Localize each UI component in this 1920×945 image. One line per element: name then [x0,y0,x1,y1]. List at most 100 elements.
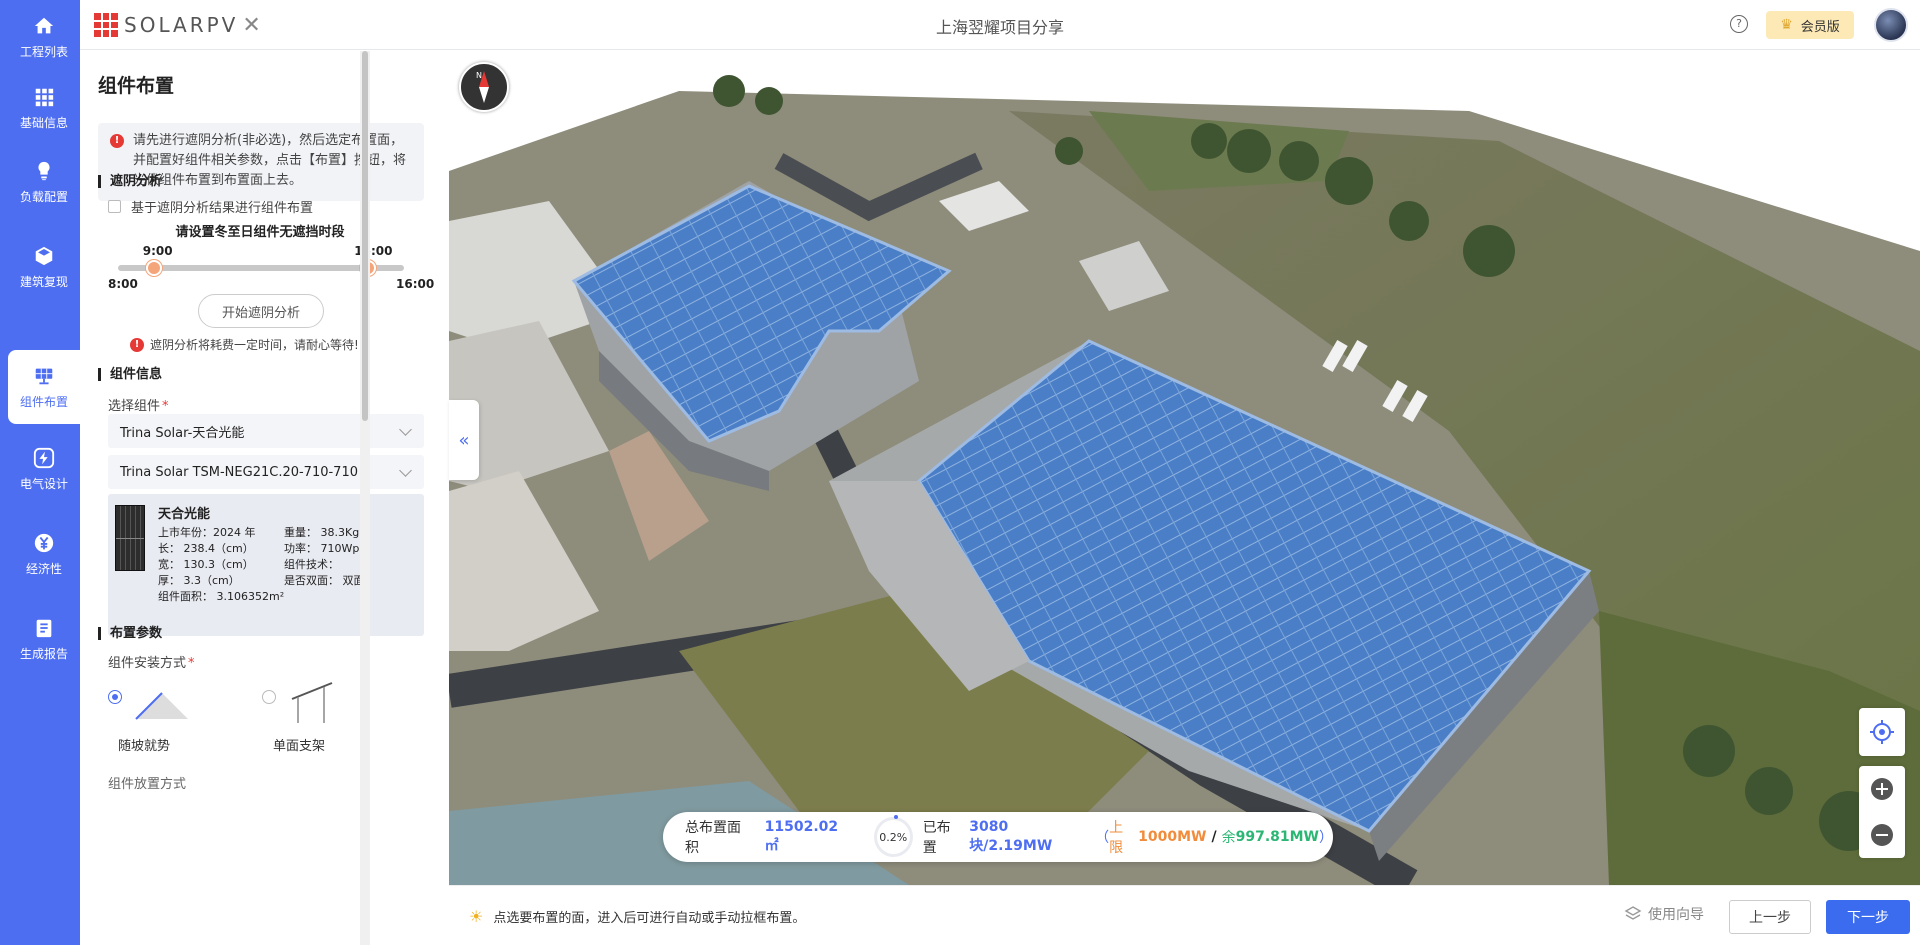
nav-item-label: 工程列表 [19,44,68,59]
close-paren: ） [1319,830,1333,846]
guide-label: 使用向导 [1648,907,1704,923]
vip-badge[interactable]: ♛ 会员版 [1766,11,1854,39]
placed-label: 已布置 [922,820,951,856]
bottom-tip-text: 点选要布置的面，进入后可进行自动或手动拉框布置。 [493,911,806,926]
placed-value: 3080块/2.19MW [969,819,1053,854]
module-tech: 组件技术： [284,558,339,571]
nav-item-report[interactable]: 生成报告 [8,602,80,676]
mount-option-slope-label: 随坡就势 [118,739,171,754]
shading-warning-text: 遮阴分析将耗费一定时间，请耐心等待! [150,338,359,352]
select-module-label-text: 选择组件 [108,399,161,414]
error-icon: ! [130,337,144,352]
select-module-label: 选择组件 * [108,399,169,414]
logo[interactable]: SOLARPV ✕ [94,12,261,38]
sun-icon: ☀ [469,907,484,926]
map-3d-view[interactable] [449,51,1920,885]
separator: / [1211,829,1217,845]
vip-label: 会员版 [1800,19,1840,35]
locate-icon [1870,720,1894,744]
nav-item-economics[interactable]: 经济性 [8,517,80,591]
yen-icon [34,533,54,552]
bottom-tip: ☀ 点选要布置的面，进入后可进行自动或手动拉框布置。 [469,907,805,926]
project-title: 上海翌耀项目分享 [935,18,1064,37]
placement-method-label: 组件放置方式 [108,777,187,792]
mount-type-label-text: 组件安装方式 [108,656,187,671]
total-area-label: 总布置面积 [685,820,741,856]
section-title-module-info: 组件信息 [98,368,162,381]
nav-item-electrical[interactable]: 电气设计 [8,432,80,506]
remain-value: 997.81MW [1235,829,1319,845]
cube-icon [35,246,53,265]
report-icon [36,619,52,637]
layout-stats: 总布置面积 11502.02 ㎡ 0.2% 已布置 3080块/2.19MW （… [663,812,1333,862]
shading-checkbox[interactable] [108,200,121,213]
nav-item-label: 基础信息 [19,115,68,130]
module-area: 组件面积： 3.106352m² [158,590,285,603]
next-step-button[interactable]: 下一步 [1826,900,1910,934]
mount-option-bracket-label: 单面支架 [273,739,326,754]
nav-item-module-layout[interactable]: 组件布置 [8,350,80,424]
nav-item-building[interactable]: 建筑复现 [8,230,80,304]
slider-start-handle[interactable] [145,260,162,276]
bottom-bar: ☀ 点选要布置的面，进入后可进行自动或手动拉框布置。 使用向导 上一步 下一步 [449,885,1920,945]
crown-icon: ♛ [1780,17,1793,33]
side-nav: 工程列表 基础信息 负载配置 建筑复现 组件布置 电气设计 经济性 生成报告 [0,0,80,945]
nav-item-label: 生成报告 [19,646,68,661]
mount-option-bracket-radio[interactable] [262,690,276,704]
scrollbar-thumb[interactable] [362,51,368,421]
module-width: 宽： 130.3（cm） [158,558,254,571]
locate-button[interactable] [1859,708,1905,756]
limit-label: 上限 [1109,820,1124,856]
collapse-panel-button[interactable]: « [449,400,479,480]
svg-text:N: N [476,71,482,80]
zoom-out-icon[interactable] [1870,823,1894,847]
start-shading-analysis-button[interactable]: 开始遮阴分析 [198,294,324,328]
limit-value: 1000MW [1138,829,1207,845]
lightning-icon [33,447,55,468]
manufacturer-value: Trina Solar-天合光能 [120,425,245,441]
module-year: 上市年份：2024 年 [158,526,256,539]
chevron-down-icon [399,464,412,477]
manufacturer-select[interactable]: Trina Solar-天合光能 [108,414,424,448]
section-title-shading: 遮阴分析 [98,175,162,188]
logo-mark-icon [94,13,118,37]
remain-label: 余 [1221,830,1236,846]
slider-start-label: 9:00 [142,244,173,258]
prev-step-button[interactable]: 上一步 [1729,900,1811,934]
section-title-layout-params: 布置参数 [98,627,162,640]
nav-item-project-list[interactable]: 工程列表 [8,0,80,74]
panel-scrollbar[interactable] [360,51,370,945]
nav-item-label: 组件布置 [19,394,68,409]
range-max-label: 16:00 [396,277,435,291]
bulb-icon [38,161,50,180]
home-icon [34,17,54,33]
compass-icon[interactable]: N [459,62,509,112]
nav-item-label: 建筑复现 [19,274,68,289]
mount-type-label: 组件安装方式 * [108,656,195,671]
solar-module-image [115,505,145,571]
usage-guide-button[interactable]: 使用向导 [1624,904,1704,924]
nav-item-label: 经济性 [25,561,62,576]
total-area-value: 11502.02 ㎡ [764,819,839,854]
error-icon: ! [110,134,124,148]
guide-icon [1624,906,1642,920]
nav-item-label: 电气设计 [19,476,68,491]
module-weight: 重量： 38.3Kg [284,526,360,539]
logo-x-icon: ✕ [242,12,261,38]
shading-checkbox-row[interactable]: 基于遮阴分析结果进行组件布置 [108,197,313,216]
nav-item-load-config[interactable]: 负载配置 [8,145,80,219]
avatar[interactable] [1874,8,1908,42]
range-min-label: 8:00 [108,277,138,291]
module-power: 功率： 710Wp [284,542,360,555]
grid-icon [35,88,54,106]
nav-item-basic-info[interactable]: 基础信息 [8,71,80,145]
chevron-down-icon [399,423,412,436]
model-select[interactable]: Trina Solar TSM-NEG21C.20-710-710 [108,455,424,489]
shading-checkbox-label: 基于遮阴分析结果进行组件布置 [131,201,314,216]
instruction-tip: ! 请先进行遮阴分析(非必选)，然后选定布置面，并配置好组件相关参数，点击【布置… [98,123,424,201]
question-icon[interactable]: ? [1730,15,1748,33]
mount-option-slope-radio[interactable] [108,690,122,704]
zoom-in-icon[interactable] [1870,777,1894,801]
model-value: Trina Solar TSM-NEG21C.20-710-710 [120,464,358,480]
module-length: 长： 238.4（cm） [158,542,254,555]
